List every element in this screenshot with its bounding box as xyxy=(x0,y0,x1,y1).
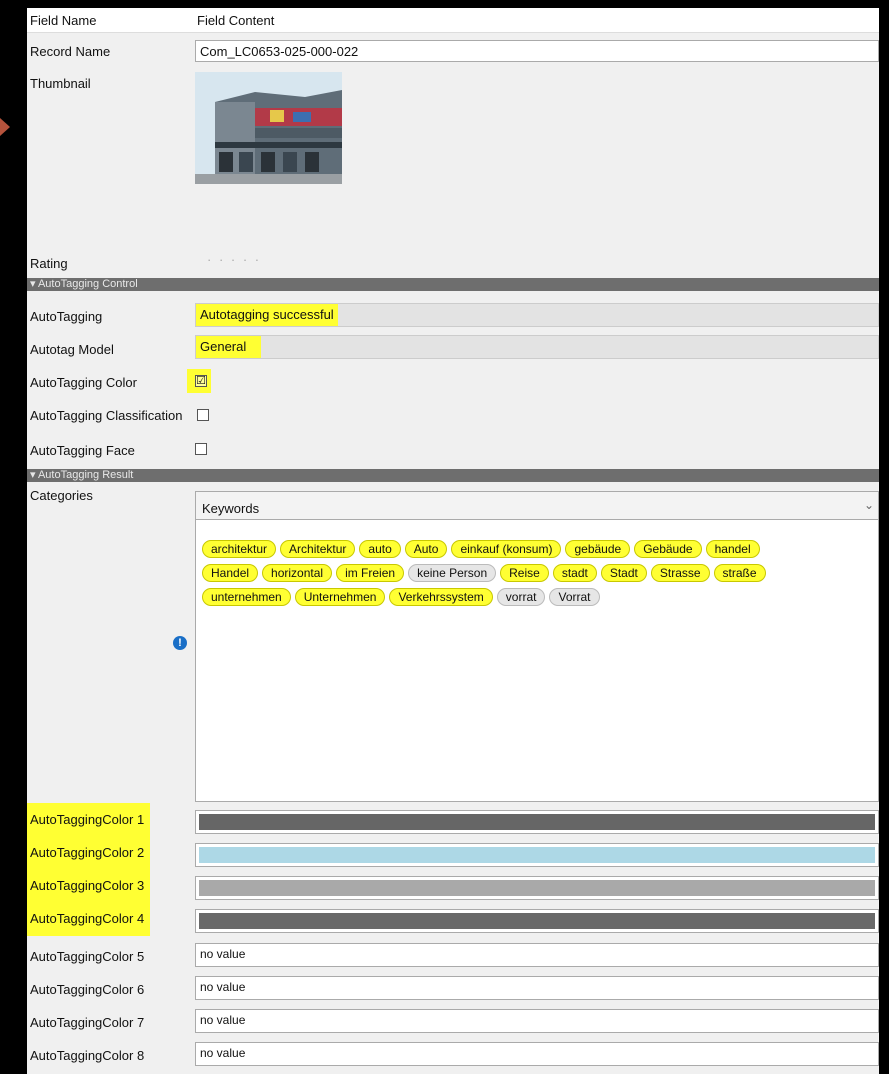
autotagging-color-3-label: AutoTaggingColor 3 xyxy=(27,869,151,903)
chevron-down-icon: ⌄ xyxy=(863,498,874,512)
keyword-tag[interactable]: handel xyxy=(705,540,760,558)
keyword-tag[interactable]: unternehmen xyxy=(202,588,291,606)
keyword-tag[interactable]: gebäude xyxy=(565,540,631,558)
field-content-header: Field Content xyxy=(197,13,275,28)
autotagging-color-2-label: AutoTaggingColor 2 xyxy=(27,836,151,870)
thumbnail-label: Thumbnail xyxy=(30,76,91,91)
keyword-tag[interactable]: Reise xyxy=(500,564,549,582)
categories-label: Categories xyxy=(30,488,93,503)
info-icon[interactable]: ! xyxy=(173,636,187,650)
autotagging-color-8-label: AutoTaggingColor 8 xyxy=(30,1048,145,1063)
autotagging-color-4-swatch[interactable] xyxy=(195,909,879,933)
color-swatch-fill xyxy=(199,913,875,929)
keyword-tag[interactable]: Vorrat xyxy=(549,588,600,606)
keyword-tag[interactable]: Unternehmen xyxy=(294,588,386,606)
keyword-tag[interactable]: architektur xyxy=(202,540,277,558)
keyword-tag[interactable]: keine Person xyxy=(408,564,497,582)
autotagging-color-label: AutoTagging Color xyxy=(30,375,137,390)
categories-dropdown[interactable]: Keywords ⌄ xyxy=(195,491,879,520)
categories-dropdown-value: Keywords xyxy=(202,501,260,516)
thumbnail-image[interactable] xyxy=(195,72,342,184)
autotagging-status: Autotagging successful xyxy=(196,304,338,326)
autotagging-face-label: AutoTagging Face xyxy=(30,443,135,458)
keyword-tag[interactable]: Architektur xyxy=(280,540,356,558)
autotagging-color-7-label: AutoTaggingColor 7 xyxy=(30,1015,145,1030)
field-name-header: Field Name xyxy=(30,13,97,28)
autotagging-color-6-field[interactable]: no value xyxy=(195,976,879,1000)
metadata-panel: Field Name Field Content Record Name Com… xyxy=(27,8,879,1074)
autotagging-color-4-label: AutoTaggingColor 4 xyxy=(27,902,151,936)
tag-row-2: Handel horizontal im Freien keine Person Rei… xyxy=(202,564,770,584)
tag-row-3: unternehmen Unternehmen Verkehrssystem vorr… xyxy=(202,588,604,608)
autotagging-result-section[interactable]: ▾ AutoTagging Result xyxy=(27,469,879,482)
autotagging-color-3-swatch[interactable] xyxy=(195,876,879,900)
autotag-model-field[interactable]: General xyxy=(195,335,879,359)
autotagging-color-1-label: AutoTaggingColor 1 xyxy=(27,803,151,837)
autotagging-color-5-field[interactable]: no value xyxy=(195,943,879,967)
autotagging-face-checkbox[interactable] xyxy=(195,443,207,455)
keyword-tag[interactable]: Auto xyxy=(404,540,448,558)
keyword-tag[interactable]: im Freien xyxy=(336,564,405,582)
autotagging-label: AutoTagging xyxy=(30,309,103,324)
keyword-tag[interactable]: Gebäude xyxy=(634,540,702,558)
autotagging-color-7-field[interactable]: no value xyxy=(195,1009,879,1033)
autotagging-color-8-field[interactable]: no value xyxy=(195,1042,879,1066)
keyword-tag[interactable]: straße xyxy=(713,564,766,582)
autotag-model-value: General xyxy=(196,336,261,358)
color-swatch-fill xyxy=(199,814,875,830)
keyword-tag[interactable]: einkauf (konsum) xyxy=(451,540,562,558)
keyword-tag[interactable]: Stadt xyxy=(600,564,647,582)
keyword-tag[interactable]: horizontal xyxy=(262,564,333,582)
keyword-tag[interactable]: auto xyxy=(359,540,401,558)
header-row: Field Name Field Content xyxy=(27,8,879,33)
pointer-arrow-icon xyxy=(0,118,10,136)
keyword-tag[interactable]: stadt xyxy=(552,564,597,582)
color-swatch-fill xyxy=(199,847,875,863)
autotagging-color-6-label: AutoTaggingColor 6 xyxy=(30,982,145,997)
autotagging-classification-checkbox[interactable] xyxy=(197,409,209,421)
keyword-tag[interactable]: Verkehrssystem xyxy=(389,588,493,606)
autotagging-control-section[interactable]: ▾ AutoTagging Control xyxy=(27,278,879,291)
autotagging-color-1-swatch[interactable] xyxy=(195,810,879,834)
record-name-label: Record Name xyxy=(30,44,111,59)
autotagging-color-checkbox[interactable]: ☑ xyxy=(195,375,207,387)
keyword-tag-area: architektur Architektur auto Auto einkauf (k… xyxy=(195,520,879,802)
rating-stars[interactable]: · · · · · xyxy=(207,252,261,267)
keyword-tag[interactable]: Handel xyxy=(202,564,259,582)
keyword-tag[interactable]: Strasse xyxy=(650,564,710,582)
autotagging-field: Autotagging successful xyxy=(195,303,879,327)
tag-row-1: architektur Architektur auto Auto einkauf (k… xyxy=(202,540,764,560)
autotag-model-label: Autotag Model xyxy=(30,342,114,357)
color-swatch-fill xyxy=(199,880,875,896)
keyword-tag[interactable]: vorrat xyxy=(496,588,546,606)
autotagging-color-2-swatch[interactable] xyxy=(195,843,879,867)
record-name-field[interactable]: Com_LC0653-025-000-022 xyxy=(195,40,879,62)
rating-label: Rating xyxy=(30,256,68,271)
autotagging-classification-label: AutoTagging Classification xyxy=(30,408,183,423)
autotagging-color-5-label: AutoTaggingColor 5 xyxy=(30,949,145,964)
